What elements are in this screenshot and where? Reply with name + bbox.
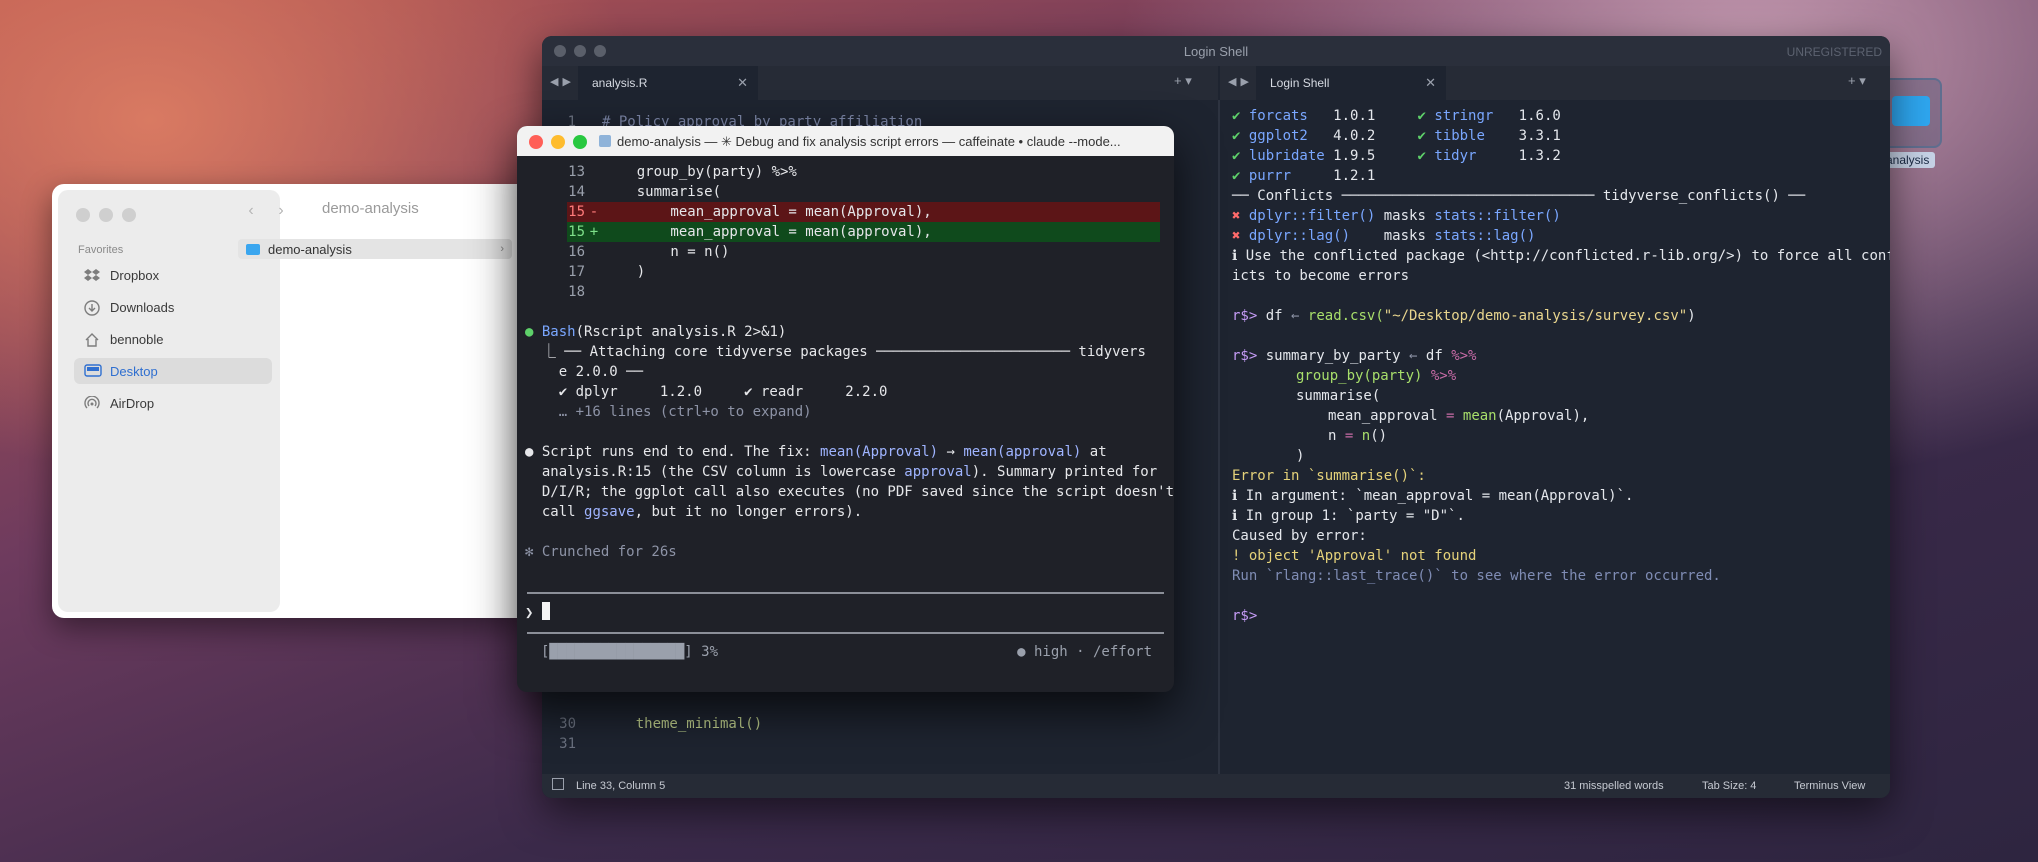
shell-prompt[interactable]: r$> xyxy=(1232,606,1257,626)
minimize-button[interactable] xyxy=(99,208,113,222)
diff-line: 17 ) xyxy=(568,264,646,280)
bash-output: ✔ dplyr 1.2.0 ✔ readr 2.2.0 xyxy=(525,384,888,400)
claude-titlebar: demo-analysis — ✳ Debug and fix analysis… xyxy=(517,126,1174,156)
crunched-status: ✻ Crunched for 26s xyxy=(525,544,677,560)
error-line: ℹ In argument: `mean_approval = mean(App… xyxy=(1232,488,1634,504)
desktop-icon xyxy=(84,364,102,378)
sidebar-item-airdrop[interactable]: AirDrop xyxy=(74,390,272,416)
claude-window-controls[interactable] xyxy=(529,135,587,149)
bash-output: ⎿ ── Attaching core tidyverse packages ─… xyxy=(525,344,1146,360)
forward-button[interactable]: › xyxy=(268,198,294,224)
folder-icon xyxy=(246,243,260,255)
chevron-right-icon: › xyxy=(500,243,504,255)
terminus-titlebar: Login Shell UNREGISTERED xyxy=(542,36,1890,66)
bash-output-collapsed[interactable]: … +16 lines (ctrl+o to expand) xyxy=(525,402,812,422)
login-shell-pane[interactable]: ✔ forcats 1.0.1 ✔ stringr 1.6.0 ✔ ggplot… xyxy=(1220,100,1890,774)
effort-indicator[interactable]: ● high · /effort xyxy=(1017,642,1152,662)
zoom-button[interactable] xyxy=(122,208,136,222)
input-bottom-border xyxy=(527,632,1164,634)
claude-window-title: demo-analysis — ✳ Debug and fix analysis… xyxy=(599,134,1121,150)
tab-analysis-r[interactable]: analysis.R ✕ xyxy=(578,66,758,100)
finder-nav-arrows: ‹ › xyxy=(238,198,294,224)
new-tab-icon[interactable]: + ▾ xyxy=(1848,73,1866,89)
summary-line: ● Script runs end to end. The fix: mean(… xyxy=(525,444,1107,460)
claude-terminal-window: demo-analysis — ✳ Debug and fix analysis… xyxy=(517,126,1174,692)
package-row: ✔ ggplot2 4.0.2 ✔ tibble 3.3.1 xyxy=(1232,128,1561,144)
conflicted-info: ℹ Use the conflicted package (<http://co… xyxy=(1232,248,1890,264)
diff-line-added: 15 + mean_approval = mean(approval), xyxy=(568,224,932,240)
conflict-row: ✖ dplyr::lag() masks stats::lag() xyxy=(1232,228,1536,244)
favorites-title: Favorites xyxy=(78,244,124,256)
cursor-position[interactable]: Line 33, Column 5 xyxy=(576,780,665,792)
sidebar-item-bennoble[interactable]: bennoble xyxy=(74,326,272,352)
conflicted-info-cont: icts to become errors xyxy=(1232,268,1410,284)
close-tab-icon[interactable]: ✕ xyxy=(1425,75,1436,91)
diff-line: 18 xyxy=(568,284,585,300)
sidebar-toggle-icon[interactable] xyxy=(552,778,564,790)
summary-line: D/I/R; the ggplot call also executes (no… xyxy=(525,484,1174,500)
package-row: ✔ forcats 1.0.1 ✔ stringr 1.6.0 xyxy=(1232,108,1561,124)
shell-command-cont: ) xyxy=(1296,448,1305,464)
left-tabbar: ◀▶ analysis.R ✕ + ▾ xyxy=(542,66,1218,100)
unregistered-badge: UNREGISTERED xyxy=(1786,45,1882,59)
input-top-border xyxy=(527,592,1164,594)
tab-login-shell[interactable]: Login Shell ✕ xyxy=(1256,66,1446,100)
bash-output: e 2.0.0 ── xyxy=(525,364,644,380)
editor-line: 31 xyxy=(559,736,576,752)
document-icon xyxy=(599,135,611,147)
tab-scroll-arrows[interactable]: ◀▶ xyxy=(550,75,575,88)
conflict-row: ✖ dplyr::filter() masks stats::filter() xyxy=(1232,208,1561,224)
diff-line: 13 group_by(party) %>% xyxy=(568,164,797,180)
shell-command-cont: mean_approval = mean(Approval), xyxy=(1328,408,1590,424)
misspelled-words[interactable]: 31 misspelled words xyxy=(1564,780,1664,792)
window-title: Login Shell xyxy=(1183,44,1249,59)
finder-window-controls[interactable] xyxy=(76,208,136,222)
back-button[interactable]: ‹ xyxy=(238,198,264,224)
prompt-input[interactable]: ❯ xyxy=(525,602,550,622)
right-tabbar: ◀▶ Login Shell ✕ + ▾ xyxy=(1220,66,1890,100)
home-icon xyxy=(84,332,100,347)
error-line: ! object 'Approval' not found xyxy=(1232,548,1477,564)
download-icon xyxy=(84,300,100,316)
error-hint: Run `rlang::last_trace()` to see where t… xyxy=(1232,568,1721,584)
error-line: Caused by error: xyxy=(1232,528,1367,544)
diff-line: 14 summarise( xyxy=(568,184,722,200)
close-button[interactable] xyxy=(529,135,543,149)
summary-line: analysis.R:15 (the CSV column is lowerca… xyxy=(525,464,1158,480)
diff-line-removed: 15- mean_approval = mean(Approval), xyxy=(568,204,932,220)
airdrop-icon xyxy=(84,395,100,410)
shell-command-cont: n = n() xyxy=(1328,428,1388,444)
minimize-button[interactable] xyxy=(551,135,565,149)
sidebar-item-desktop[interactable]: Desktop xyxy=(74,358,272,384)
finder-window: Favorites Dropbox Downloads bennoble Des… xyxy=(52,184,530,618)
shell-command-cont: summarise( xyxy=(1296,388,1381,404)
syntax-view[interactable]: Terminus View xyxy=(1794,780,1865,792)
close-button[interactable] xyxy=(76,208,90,222)
summary-line: call ggsave, but it no longer errors). xyxy=(525,504,863,520)
dropbox-icon xyxy=(84,268,100,282)
shell-command-cont: group_by(party) %>% xyxy=(1296,368,1457,384)
error-line: Error in `summarise()`: xyxy=(1232,468,1426,484)
error-line: ℹ In group 1: `party = "D"`. xyxy=(1232,508,1465,524)
package-row: ✔ purrr 1.2.1 xyxy=(1232,168,1376,184)
bash-tool-call: ● Bash(Rscript analysis.R 2>&1) xyxy=(525,324,787,340)
sidebar-item-downloads[interactable]: Downloads xyxy=(74,294,272,320)
diff-line: 16 n = n() xyxy=(568,244,730,260)
tab-scroll-arrows[interactable]: ◀▶ xyxy=(1228,75,1253,88)
sidebar-item-dropbox[interactable]: Dropbox xyxy=(74,262,272,288)
zoom-button[interactable] xyxy=(573,135,587,149)
tab-size[interactable]: Tab Size: 4 xyxy=(1702,780,1756,792)
context-progress: [████████████████] 3% xyxy=(541,644,719,660)
shell-command: r$> summary_by_party ← df %>% xyxy=(1232,348,1477,364)
editor-line: 30 theme_minimal() xyxy=(559,716,763,732)
column-item-demo-analysis[interactable]: demo-analysis › xyxy=(238,239,512,259)
close-tab-icon[interactable]: ✕ xyxy=(737,75,748,91)
conflicts-header: ── Conflicts ───────────────────────────… xyxy=(1232,188,1806,204)
shell-command: r$> df ← read.csv("~/Desktop/demo-analys… xyxy=(1232,308,1696,324)
status-bar: Line 33, Column 5 31 misspelled words Ta… xyxy=(542,774,1890,798)
text-cursor xyxy=(541,602,550,620)
package-row: ✔ lubridate 1.9.5 ✔ tidyr 1.3.2 xyxy=(1232,148,1561,164)
new-tab-icon[interactable]: + ▾ xyxy=(1174,73,1192,89)
finder-title: demo-analysis xyxy=(322,200,419,217)
